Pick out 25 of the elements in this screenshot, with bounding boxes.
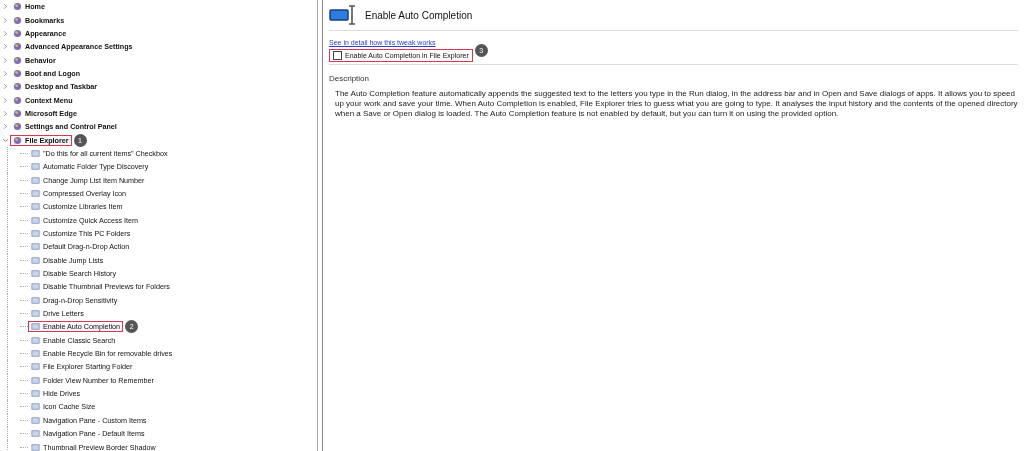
expand-chevron-icon[interactable]: [2, 43, 9, 51]
category-icon: [13, 68, 22, 78]
collapse-chevron-icon[interactable]: [2, 136, 9, 144]
category-icon: [13, 42, 22, 52]
tweak-title: Enable Auto Completion: [365, 9, 473, 21]
category-icon: [13, 55, 22, 65]
category-icon: [13, 108, 22, 118]
description-heading: Description: [329, 74, 369, 83]
category-icon: [13, 2, 22, 12]
expand-chevron-icon[interactable]: [2, 83, 9, 91]
category-icon: [13, 82, 22, 92]
expand-chevron-icon[interactable]: [2, 29, 9, 37]
expand-chevron-icon[interactable]: [2, 69, 9, 77]
expand-chevron-icon[interactable]: [2, 109, 9, 117]
expand-chevron-icon[interactable]: [2, 123, 9, 131]
category-icon: [13, 15, 22, 25]
description-text: The Auto Completion feature automatically appends the suggested text to the letters you type in the Run dialog, in the address bar and in Open and Save dialogs of apps. It allows you to speed up your work and save your time. When Auto Completion is enabled, File Explorer tries to guess what you are going to type. It analyses the input history and the contents of the opened directory when a Save or Open dialog is loaded. The Auto Completion feature is not enabled by default, but you can turn it on using the provided option.: [335, 89, 1018, 119]
category-icon: [13, 28, 22, 38]
category-icon: [13, 122, 22, 132]
expand-chevron-icon[interactable]: [2, 16, 9, 24]
expand-chevron-icon[interactable]: [2, 56, 9, 64]
category-icon: [13, 95, 22, 105]
category-icon: [13, 135, 22, 145]
expand-chevron-icon[interactable]: [2, 96, 9, 104]
expand-chevron-icon[interactable]: [2, 3, 9, 11]
